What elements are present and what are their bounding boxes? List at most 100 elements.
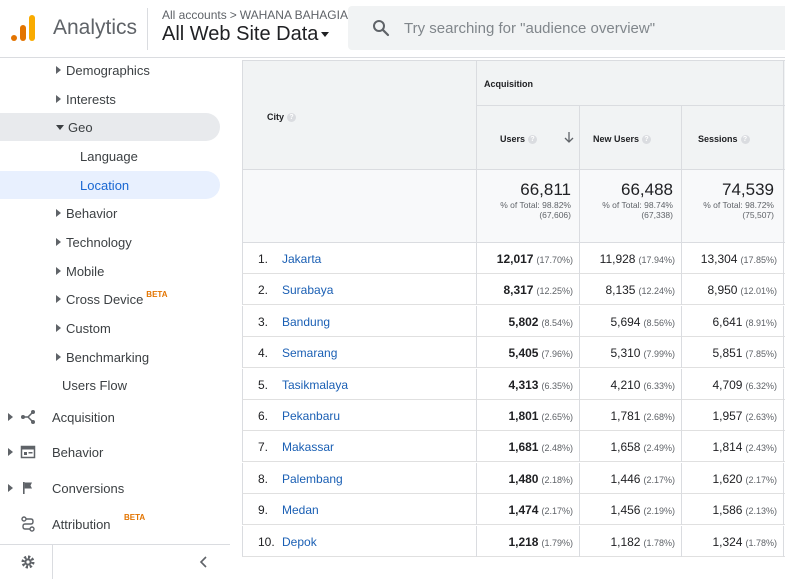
sidebar-item-label: Geo — [68, 119, 93, 135]
metric-value: 1,456 — [610, 503, 641, 518]
search-input[interactable] — [404, 17, 774, 39]
table-row: 10. Depok 1,218 (1.79%) 1,182 (1.78%) 1,324 (1.… — [242, 525, 785, 557]
sort-descending-icon[interactable] — [564, 131, 574, 144]
sidebar-item-interests[interactable]: Interests — [0, 85, 220, 113]
metric-cell: 1,620 (2.17%) — [712, 472, 777, 486]
sidebar: Demographics Interests Geo Language Location… — [0, 56, 230, 579]
city-link[interactable]: Medan — [282, 503, 319, 517]
search-bar[interactable] — [348, 6, 785, 50]
table-row: 6. Pekanbaru 1,801 (2.65%) 1,781 (2.68%) 1,957… — [242, 400, 785, 431]
metric-percent: (7.85%) — [745, 349, 777, 360]
sidebar-item-mobile[interactable]: Mobile — [0, 257, 220, 285]
metric-cell: 5,802 (8.54%) — [508, 315, 573, 329]
city-link[interactable]: Pekanbaru — [282, 409, 340, 423]
sidebar-section-conversions[interactable]: Conversions — [0, 471, 230, 505]
metric-percent: (2.68%) — [643, 412, 675, 422]
metric-cell: 8,317 (12.25%) — [503, 283, 573, 297]
breadcrumb-root: All accounts — [162, 8, 227, 22]
sidebar-item-benchmarking[interactable]: Benchmarking — [0, 343, 220, 371]
view-selector[interactable]: All Web Site Data — [162, 23, 330, 46]
metric-cell: 5,694 (8.56%) — [610, 315, 675, 329]
chevron-left-icon[interactable] — [198, 555, 208, 569]
total-percent: % of Total: 98.74% — [602, 200, 673, 210]
metric-cell: 1,814 (2.43%) — [712, 440, 777, 454]
sidebar-item-label: Benchmarking — [66, 349, 150, 365]
metric-percent: (2.13%) — [745, 506, 777, 517]
sidebar-item-custom[interactable]: Custom — [0, 314, 220, 342]
total-base: (67,338) — [641, 210, 673, 220]
metric-cell: 1,586 (2.13%) — [712, 503, 777, 517]
sidebar-item-location[interactable]: Location — [0, 171, 220, 199]
city-link[interactable]: Tasikmalaya — [282, 378, 348, 392]
caret-right-icon — [8, 413, 13, 421]
metric-percent: (17.94%) — [638, 255, 675, 265]
city-link[interactable]: Depok — [282, 535, 317, 549]
metric-cell: 1,957 (2.63%) — [712, 409, 777, 423]
city-link[interactable]: Palembang — [282, 472, 343, 486]
row-index: 9. — [258, 503, 269, 518]
sidebar-item-label: Behavior — [66, 205, 118, 221]
city-link[interactable]: Bandung — [282, 315, 330, 329]
sidebar-item-label: Cross Device — [66, 291, 144, 307]
city-link[interactable]: Jakarta — [282, 252, 321, 266]
help-icon[interactable]: ? — [528, 135, 538, 145]
metric-value: 12,017 — [496, 252, 534, 266]
help-icon[interactable]: ? — [287, 113, 297, 123]
table-row: 1. Jakarta 12,017 (17.70%) 11,928 (17.94%) 13,… — [242, 243, 785, 274]
analytics-logo-icon[interactable] — [11, 15, 37, 41]
sidebar-item-users-flow[interactable]: Users Flow — [0, 371, 220, 399]
column-divider — [579, 337, 580, 369]
metric-percent: (8.91%) — [745, 317, 777, 328]
city-link[interactable]: Makassar — [282, 440, 334, 454]
row-index: 4. — [258, 346, 269, 361]
column-divider — [783, 61, 784, 171]
column-divider — [579, 494, 580, 526]
metric-value: 1,620 — [712, 471, 743, 486]
column-divider — [476, 525, 477, 557]
column-divider — [579, 431, 580, 463]
gear-icon[interactable] — [20, 554, 36, 570]
sidebar-section-behavior[interactable]: Behavior — [0, 435, 230, 469]
sidebar-item-cross-device[interactable]: Cross Device BETA — [0, 285, 220, 313]
total-base: (67,606) — [539, 210, 571, 220]
sidebar-section-label: Attribution — [52, 516, 111, 532]
column-divider — [681, 431, 682, 463]
metric-value: 1,218 — [508, 534, 539, 549]
column-header-users[interactable]: Users? — [500, 134, 538, 145]
metric-cell: 1,446 (2.17%) — [610, 472, 675, 486]
city-link[interactable]: Surabaya — [282, 283, 333, 297]
sidebar-item-geo[interactable]: Geo — [0, 113, 220, 141]
column-divider — [476, 431, 477, 463]
metric-percent: (2.48%) — [541, 443, 573, 454]
column-header-city[interactable]: City? — [267, 112, 297, 123]
column-divider — [783, 462, 784, 494]
metric-value: 1,480 — [508, 471, 539, 486]
sidebar-item-language[interactable]: Language — [0, 142, 220, 170]
sidebar-section-acquisition[interactable]: Acquisition — [0, 400, 230, 434]
city-link[interactable]: Semarang — [282, 346, 337, 360]
sidebar-section-attribution[interactable]: Attribution BETA — [0, 507, 230, 541]
help-icon[interactable]: ? — [642, 135, 652, 145]
metric-percent: (8.54%) — [541, 317, 573, 328]
column-divider — [681, 525, 682, 557]
table-row: 2. Surabaya 8,317 (12.25%) 8,135 (12.24%) 8,95… — [242, 274, 785, 306]
caret-right-icon — [56, 267, 61, 275]
metric-percent: (2.19%) — [643, 506, 675, 517]
column-divider — [476, 61, 477, 171]
column-header-sessions[interactable]: Sessions? — [698, 134, 750, 145]
total-value: 74,539 — [722, 180, 774, 199]
sidebar-item-technology[interactable]: Technology — [0, 228, 220, 256]
sidebar-item-behavior[interactable]: Behavior — [0, 199, 220, 227]
metric-value: 8,135 — [605, 283, 636, 298]
metric-percent: (2.63%) — [745, 412, 777, 422]
help-icon[interactable]: ? — [740, 135, 750, 145]
sidebar-item-label: Language — [80, 148, 138, 164]
column-divider — [579, 243, 580, 274]
metric-cell: 4,313 (6.35%) — [508, 378, 573, 392]
metric-value: 5,405 — [508, 346, 539, 361]
breadcrumb[interactable]: All accounts > WAHANA BAHAGIA — [162, 8, 348, 22]
column-divider — [579, 368, 580, 400]
metric-percent: (12.25%) — [536, 286, 573, 297]
sidebar-item-demographics[interactable]: Demographics — [0, 56, 220, 84]
column-header-new-users[interactable]: New Users? — [593, 134, 652, 145]
